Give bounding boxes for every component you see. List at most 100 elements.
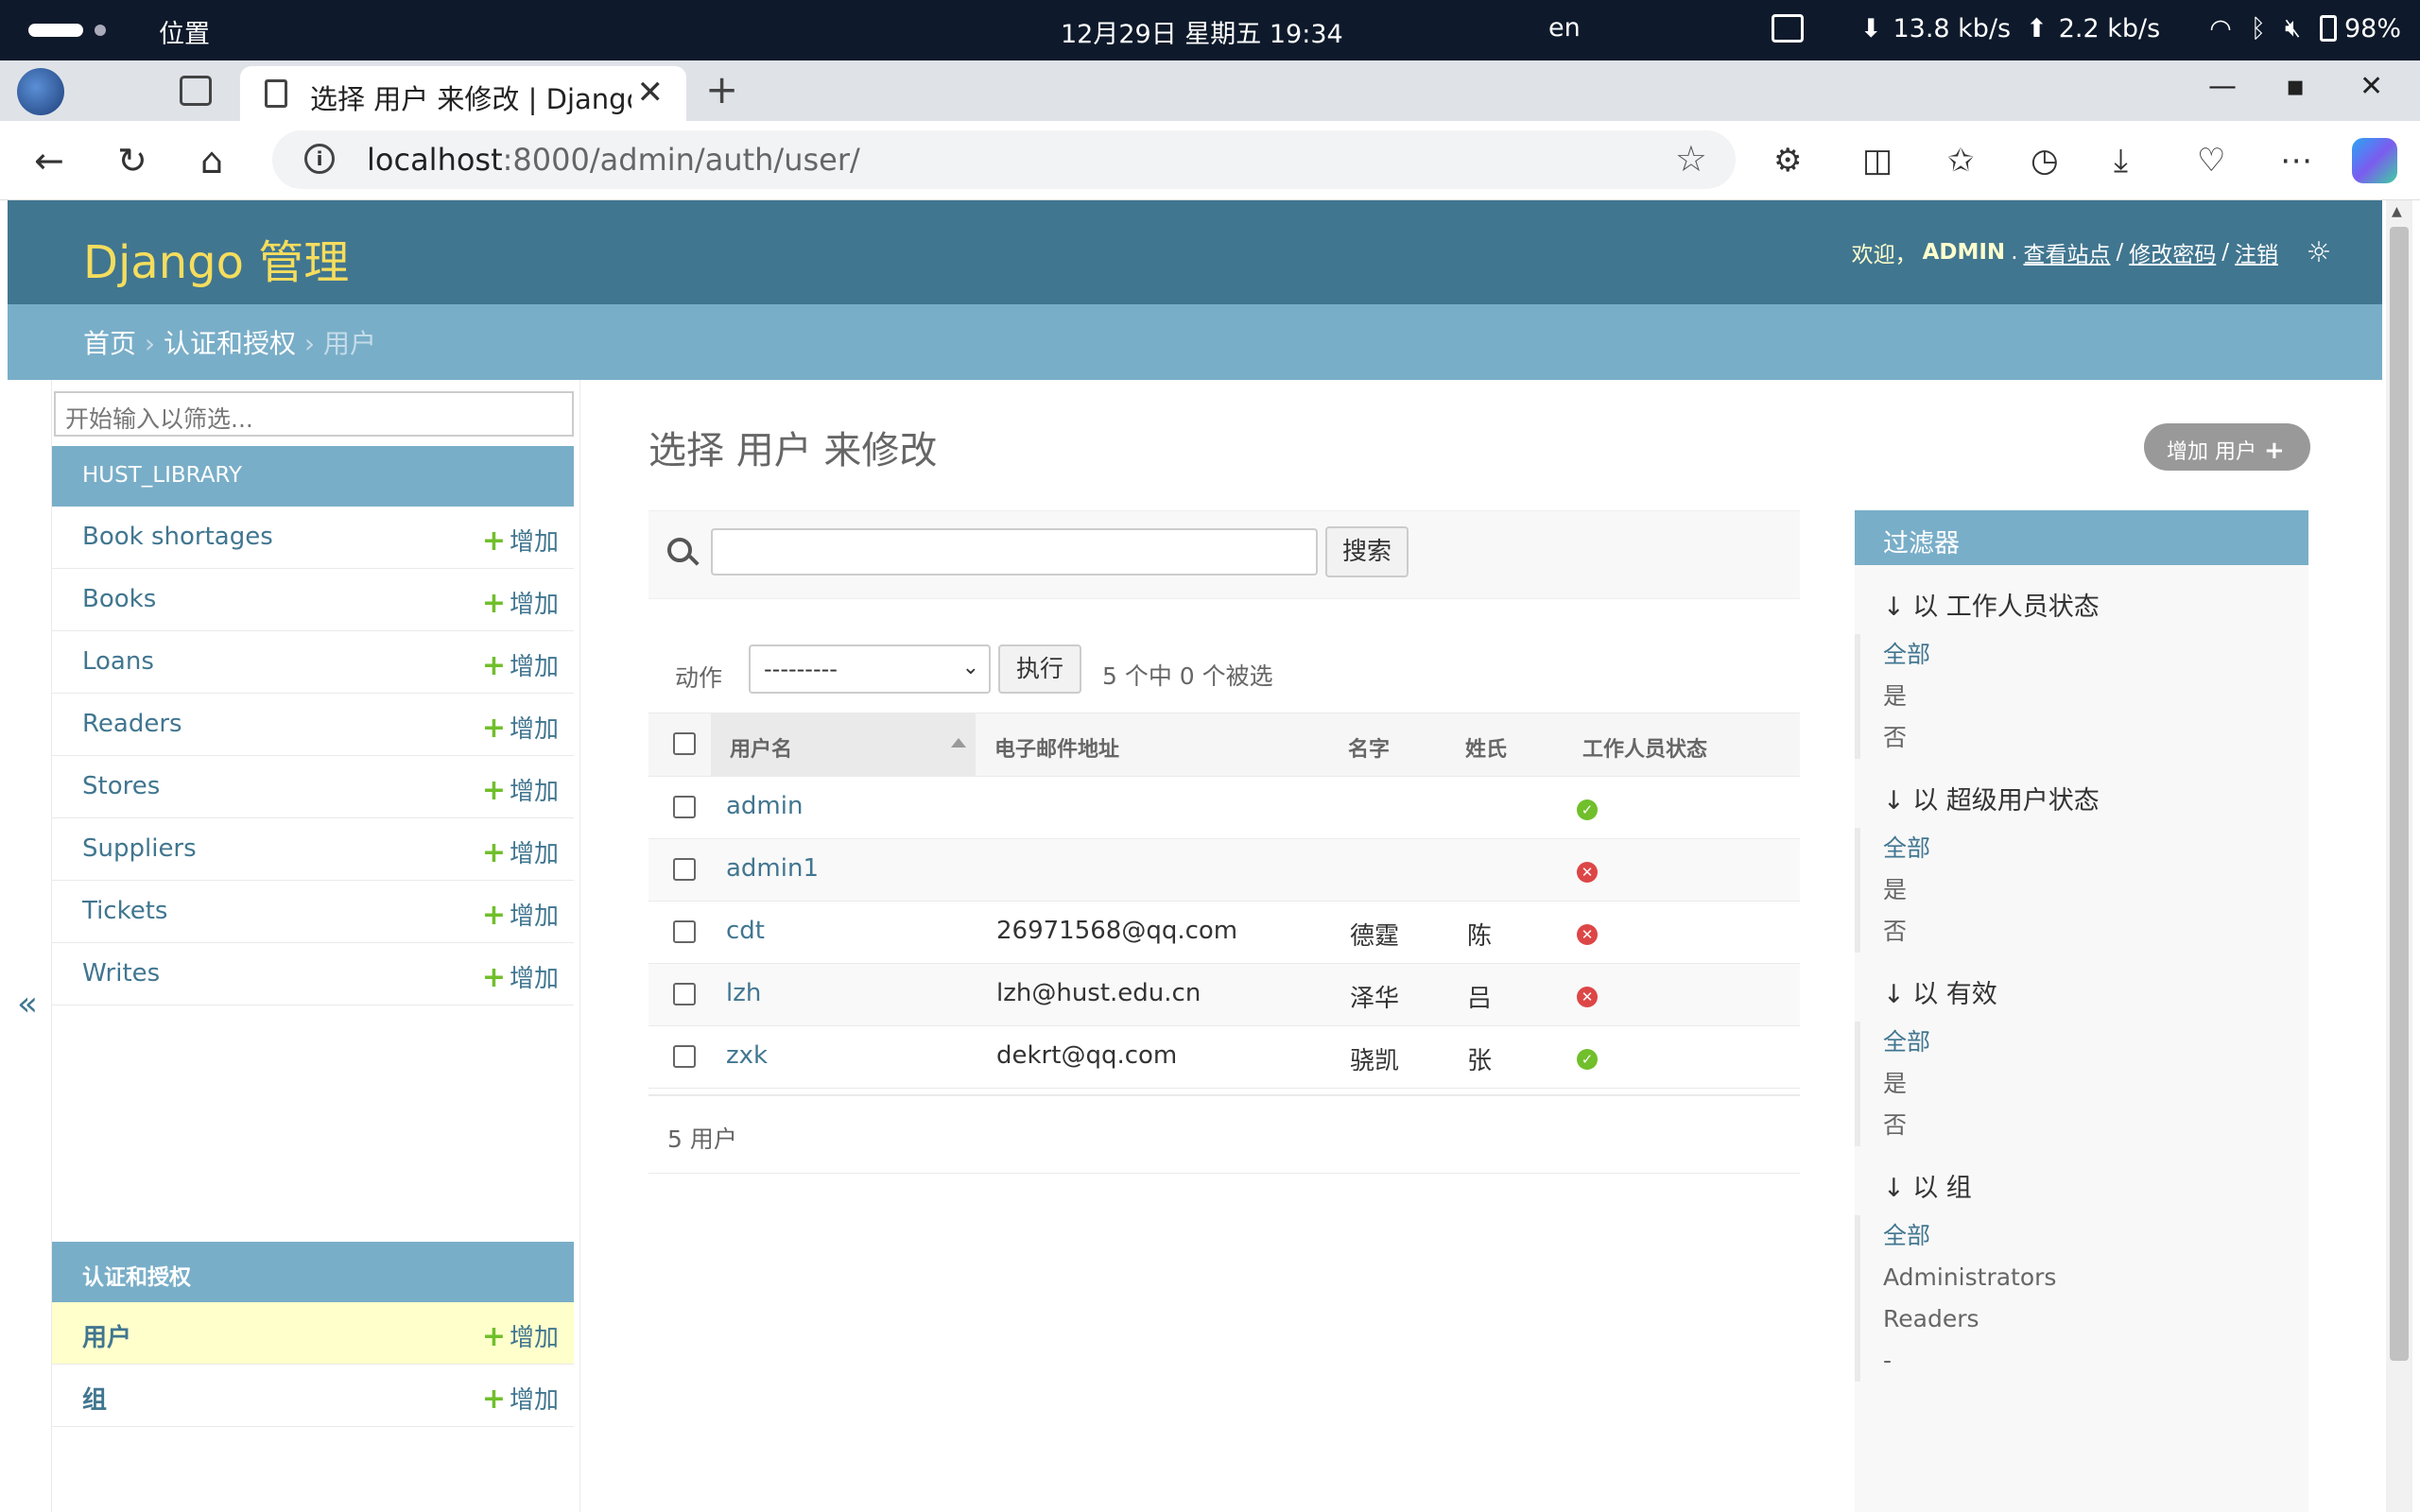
bluetooth-icon[interactable]: ᛒ [2251, 14, 2266, 43]
add-link[interactable]: + 增加 [482, 834, 559, 869]
row-checkbox[interactable] [673, 983, 696, 1005]
battery-icon[interactable] [2319, 15, 2337, 42]
run-action-button[interactable]: 执行 [998, 644, 1081, 694]
home-button[interactable]: ⌂ [200, 140, 223, 181]
sidebar-item-groups[interactable]: 组 + 增加 [52, 1365, 574, 1427]
tab-close-icon[interactable]: ✕ [637, 74, 665, 112]
filter-option[interactable]: 全部 [1883, 1022, 2308, 1063]
username-link[interactable]: lzh [726, 979, 761, 1007]
reload-button[interactable]: ↻ [117, 140, 147, 181]
search-button[interactable]: 搜索 [1325, 526, 1409, 577]
split-screen-icon[interactable]: ◫ [1862, 142, 1893, 180]
add-link[interactable]: + 增加 [482, 585, 559, 620]
sidebar-item-users[interactable]: 用户 + 增加 [52, 1302, 574, 1365]
model-link[interactable]: Books [82, 585, 156, 613]
new-tab-button[interactable]: + [705, 66, 738, 112]
row-checkbox[interactable] [673, 1045, 696, 1068]
breadcrumb-home[interactable]: 首页 [83, 328, 136, 359]
username-link[interactable]: admin1 [726, 854, 819, 883]
search-input[interactable] [711, 528, 1318, 576]
sidebar-item-book-shortages[interactable]: Book shortages + 增加 [52, 507, 574, 569]
filter-option[interactable]: 全部 [1883, 1215, 2308, 1257]
page-scrollbar[interactable]: ▲ [2386, 200, 2412, 1512]
clock[interactable]: 12月29日 星期五 19:34 [1061, 13, 1343, 50]
sidebar-item-readers[interactable]: Readers + 增加 [52, 694, 574, 756]
history-icon[interactable]: ◷ [2031, 142, 2059, 180]
username-link[interactable]: cdt [726, 917, 765, 945]
location-menu[interactable]: 位置 [159, 13, 210, 50]
add-link[interactable]: + 增加 [482, 710, 559, 745]
filter-option[interactable]: Readers [1883, 1298, 2308, 1340]
model-link[interactable]: Book shortages [82, 523, 273, 551]
scrollbar-thumb[interactable] [2390, 227, 2409, 1361]
tab-actions-icon[interactable] [180, 76, 212, 106]
input-language[interactable]: en [1548, 13, 1581, 43]
site-brand[interactable]: Django 管理 [83, 225, 349, 291]
close-window-button[interactable]: ✕ [2360, 70, 2383, 103]
filter-option[interactable]: 否 [1883, 1105, 2308, 1146]
add-user-button[interactable]: 增加 用户 + [2144, 423, 2310, 471]
downloads-icon[interactable]: ⤓ [2114, 142, 2128, 180]
row-checkbox[interactable] [673, 858, 696, 881]
model-link[interactable]: Suppliers [82, 834, 197, 863]
back-button[interactable]: ← [34, 140, 64, 181]
site-info-icon[interactable]: i [304, 144, 335, 174]
filter-option[interactable]: Administrators [1883, 1257, 2308, 1298]
select-all-checkbox[interactable] [673, 732, 696, 755]
minimize-button[interactable]: — [2208, 70, 2237, 103]
username-link[interactable]: admin [726, 792, 803, 820]
column-first-name[interactable]: 名字 [1348, 732, 1390, 763]
workspace-indicator[interactable] [28, 24, 83, 37]
favorites-icon[interactable]: ✩ [1947, 142, 1975, 180]
filter-option[interactable]: 全部 [1883, 634, 2308, 676]
filter-option[interactable]: 否 [1883, 911, 2308, 953]
volume-muted-icon[interactable]: 🔇︎ [2285, 13, 2301, 43]
sidebar-item-loans[interactable]: Loans + 增加 [52, 631, 574, 694]
performance-icon[interactable]: ♡ [2197, 142, 2225, 180]
breadcrumb-app[interactable]: 认证和授权 [164, 328, 296, 359]
sidebar-toggle[interactable]: « [17, 985, 38, 1023]
url-text[interactable]: localhost:8000/admin/auth/user/ [367, 142, 860, 178]
sidebar-item-suppliers[interactable]: Suppliers + 增加 [52, 818, 574, 881]
sidebar-item-books[interactable]: Books + 增加 [52, 569, 574, 631]
username-link[interactable]: zxk [726, 1041, 768, 1070]
column-username[interactable]: 用户名 [730, 732, 792, 763]
model-link[interactable]: Writes [82, 959, 160, 988]
copilot-icon[interactable] [2352, 138, 2397, 183]
filter-option[interactable]: 否 [1883, 717, 2308, 759]
filter-option[interactable]: - [1883, 1340, 2308, 1382]
sidebar-item-stores[interactable]: Stores + 增加 [52, 756, 574, 818]
model-link[interactable]: 用户 [82, 1318, 131, 1353]
filter-option[interactable]: 全部 [1883, 828, 2308, 869]
scroll-up-icon[interactable]: ▲ [2392, 204, 2402, 219]
filter-option[interactable]: 是 [1883, 1063, 2308, 1105]
column-email[interactable]: 电子邮件地址 [994, 732, 1119, 763]
wifi-icon[interactable]: ◠ [2209, 14, 2232, 43]
address-bar[interactable]: i localhost:8000/admin/auth/user/ ☆ [272, 130, 1736, 189]
row-checkbox[interactable] [673, 796, 696, 818]
column-last-name[interactable]: 姓氏 [1465, 732, 1507, 763]
view-site-link[interactable]: 查看站点 [2024, 236, 2111, 268]
add-link[interactable]: + 增加 [482, 772, 559, 807]
active-tab[interactable]: 选择 用户 来修改 | Django ✕ [240, 66, 686, 121]
model-link[interactable]: Stores [82, 772, 160, 800]
column-staff-status[interactable]: 工作人员状态 [1582, 732, 1707, 763]
sidebar-item-tickets[interactable]: Tickets + 增加 [52, 881, 574, 943]
system-tray[interactable]: ⬇ 13.8 kb/s ⬆ 2.2 kb/s ◠ ᛒ 🔇︎ 98% [1771, 13, 2401, 43]
add-link[interactable]: + 增加 [482, 523, 559, 558]
workspace-dot[interactable] [95, 25, 106, 36]
app-caption[interactable]: HUST_LIBRARY [52, 446, 574, 507]
add-link[interactable]: + 增加 [482, 1318, 559, 1353]
model-link[interactable]: Readers [82, 710, 182, 738]
add-link[interactable]: + 增加 [482, 1381, 559, 1416]
model-link[interactable]: Tickets [82, 897, 167, 925]
nav-filter-input[interactable]: 开始输入以筛选... [54, 391, 574, 437]
theme-toggle-icon[interactable]: ☼ [2303, 236, 2335, 269]
model-link[interactable]: Loans [82, 647, 154, 676]
add-link[interactable]: + 增加 [482, 897, 559, 932]
extensions-icon[interactable]: ⚙ [1773, 142, 1802, 180]
logout-link[interactable]: 注销 [2235, 236, 2278, 268]
action-select[interactable]: --------- ⌄ [749, 644, 991, 694]
more-menu-icon[interactable]: ⋯ [2280, 142, 2312, 180]
maximize-button[interactable]: ▪ [2286, 70, 2305, 103]
